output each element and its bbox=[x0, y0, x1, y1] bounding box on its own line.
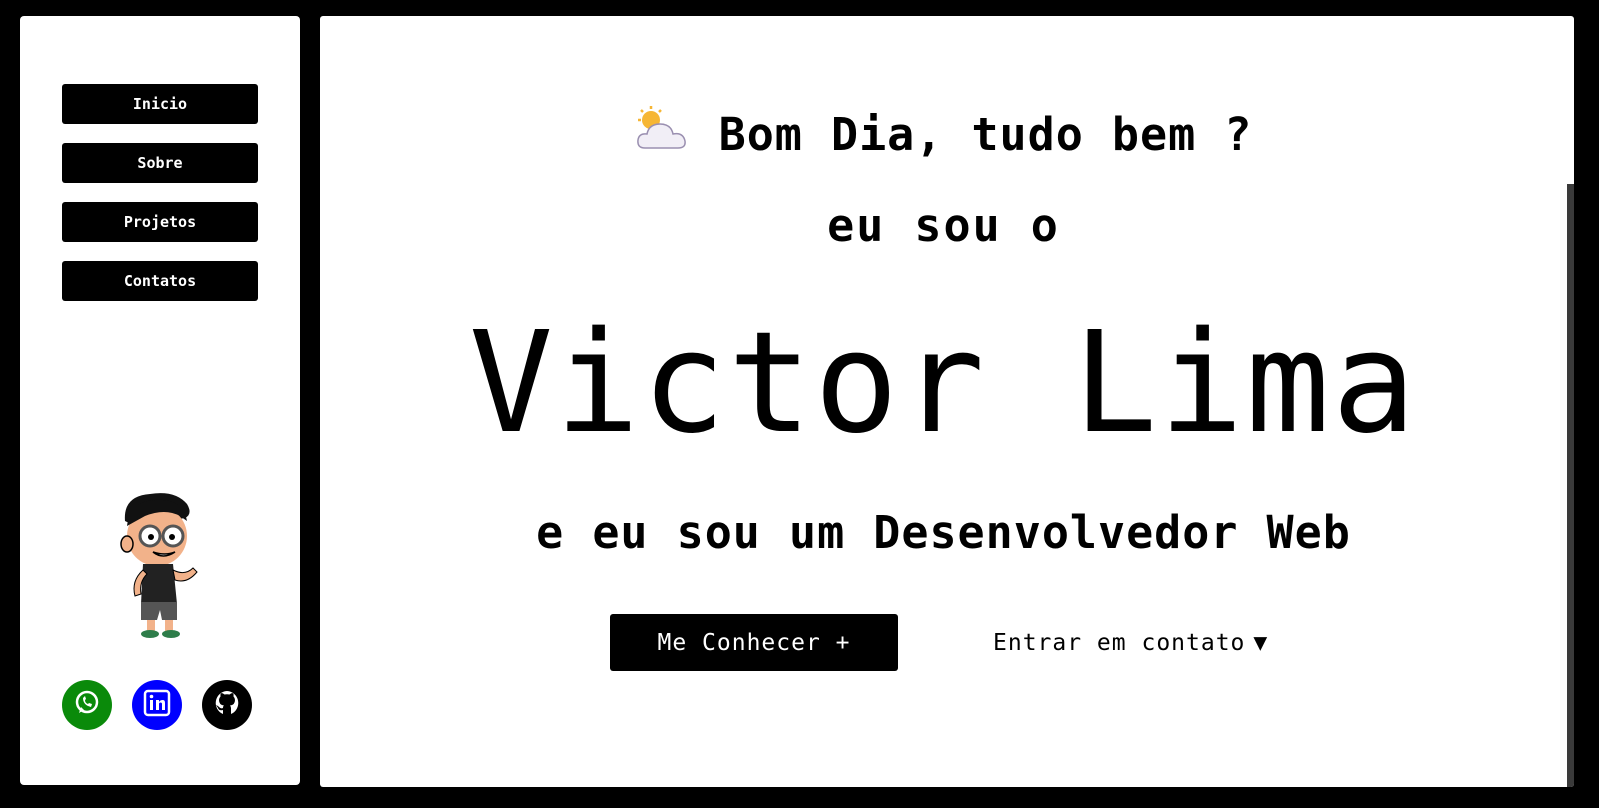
linkedin-icon bbox=[142, 688, 172, 722]
scrollbar[interactable] bbox=[1567, 184, 1574, 787]
greeting: Bom Dia, tudo bem ? bbox=[320, 104, 1567, 165]
whatsapp-icon bbox=[72, 688, 102, 722]
name-heading: Victor Lima bbox=[468, 302, 1419, 465]
nav-projetos-button[interactable]: Projetos bbox=[62, 202, 258, 242]
role-text: e eu sou um Desenvolvedor Web bbox=[536, 506, 1351, 559]
linkedin-link[interactable] bbox=[132, 680, 182, 730]
github-link[interactable] bbox=[202, 680, 252, 730]
contact-link-label: Entrar em contato bbox=[993, 630, 1246, 656]
triangle-down-icon: ▼ bbox=[1253, 630, 1269, 656]
sidebar: Inicio Sobre Projetos Contatos bbox=[20, 16, 300, 785]
greeting-text: Bom Dia, tudo bem ? bbox=[718, 108, 1253, 161]
nav-inicio-button[interactable]: Inicio bbox=[62, 84, 258, 124]
sun-behind-cloud-icon bbox=[635, 104, 689, 165]
entrar-em-contato-link[interactable]: Entrar em contato ▼ bbox=[993, 628, 1268, 658]
avatar-cartoon bbox=[105, 486, 215, 646]
me-conhecer-button[interactable]: Me Conhecer + bbox=[610, 614, 898, 671]
nav-contatos-button[interactable]: Contatos bbox=[62, 261, 258, 301]
whatsapp-link[interactable] bbox=[62, 680, 112, 730]
intro-text: eu sou o bbox=[827, 199, 1060, 252]
github-icon bbox=[212, 688, 242, 722]
main-content: Bom Dia, tudo bem ? eu sou o Victor Lima… bbox=[320, 16, 1574, 787]
nav-sobre-button[interactable]: Sobre bbox=[62, 143, 258, 183]
